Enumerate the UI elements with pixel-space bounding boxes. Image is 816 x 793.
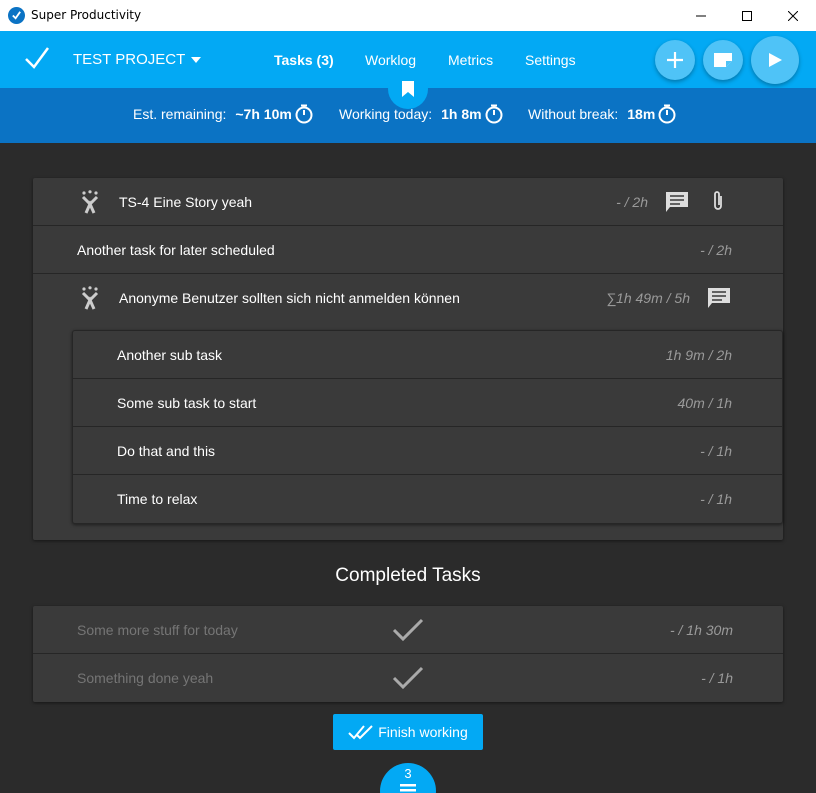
task-title: TS-4 Eine Story yeah	[119, 194, 253, 210]
completed-row[interactable]: Something done yeah - / 1h	[33, 654, 783, 702]
completed-time[interactable]: - / 1h 30m	[670, 622, 733, 638]
play-button[interactable]	[751, 36, 799, 84]
subtask-title: Do that and this	[117, 443, 216, 459]
working-today: Working today: 1h 8m	[339, 104, 504, 124]
subtask-time[interactable]: 40m / 1h	[678, 395, 732, 411]
jira-icon	[81, 286, 99, 310]
subtask-title: Another sub task	[117, 347, 223, 363]
app-check-logo-icon[interactable]	[24, 45, 50, 76]
backlog-count: 3	[404, 766, 412, 781]
bookmark-icon	[402, 81, 414, 97]
note-icon	[714, 53, 732, 67]
tab-settings[interactable]: Settings	[525, 52, 576, 68]
subtask-list: Another sub task 1h 9m / 2h Some sub tas…	[72, 330, 783, 524]
finish-working-button[interactable]: Finish working	[333, 714, 483, 750]
task-row[interactable]: Anonyme Benutzer sollten sich nicht anme…	[33, 274, 783, 322]
window-title: Super Productivity	[31, 8, 142, 22]
subtask-row[interactable]: Another sub task 1h 9m / 2h	[73, 331, 782, 379]
tab-tasks[interactable]: Tasks (3)	[274, 52, 334, 68]
est-remaining-value: ~7h 10m	[235, 106, 292, 122]
task-list: TS-4 Eine Story yeah - / 2h Another task…	[33, 178, 783, 540]
window-titlebar: Super Productivity	[0, 0, 816, 31]
check-icon[interactable]	[391, 664, 425, 692]
caret-down-icon	[191, 56, 202, 63]
backlog-counter-button[interactable]: 3	[380, 763, 436, 793]
finish-working-label: Finish working	[378, 724, 468, 740]
app-logo-icon	[8, 7, 25, 24]
task-time[interactable]: ∑1h 49m / 5h	[606, 290, 690, 306]
subtask-time[interactable]: 1h 9m / 2h	[666, 347, 732, 363]
tab-metrics[interactable]: Metrics	[448, 52, 493, 68]
stopwatch-icon	[658, 104, 676, 124]
tab-worklog[interactable]: Worklog	[365, 52, 416, 68]
subtask-title: Some sub task to start	[117, 395, 257, 411]
subtask-row[interactable]: Do that and this - / 1h	[73, 427, 782, 475]
notes-icon[interactable]	[708, 288, 730, 308]
attachment-icon[interactable]	[711, 190, 725, 212]
without-break-value: 18m	[627, 106, 656, 122]
subtask-time[interactable]: - / 1h	[700, 491, 732, 507]
completed-title: Something done yeah	[77, 670, 214, 686]
add-task-button[interactable]	[655, 40, 695, 80]
project-name: TEST PROJECT	[73, 51, 186, 68]
plus-icon	[667, 52, 683, 68]
notes-icon[interactable]	[666, 192, 688, 212]
close-button[interactable]	[770, 0, 816, 31]
task-row[interactable]: Another task for later scheduled - / 2h	[33, 226, 783, 274]
est-remaining: Est. remaining: ~7h 10m	[133, 104, 314, 124]
maximize-button[interactable]	[724, 0, 770, 31]
completed-time[interactable]: - / 1h	[701, 670, 733, 686]
subtask-title: Time to relax	[117, 491, 198, 507]
play-icon	[768, 53, 782, 67]
without-break: Without break: 18m	[528, 104, 677, 124]
task-time[interactable]: - / 2h	[700, 242, 732, 258]
completed-heading: Completed Tasks	[335, 565, 481, 586]
task-title: Anonyme Benutzer sollten sich nicht anme…	[119, 290, 460, 306]
completed-list: Some more stuff for today - / 1h 30m Som…	[33, 606, 783, 702]
subtask-row[interactable]: Some sub task to start 40m / 1h	[73, 379, 782, 427]
list-icon	[400, 784, 416, 792]
subtask-time[interactable]: - / 1h	[700, 443, 732, 459]
working-today-value: 1h 8m	[441, 106, 482, 122]
check-icon[interactable]	[391, 616, 425, 644]
subtask-row[interactable]: Time to relax - / 1h	[73, 475, 782, 523]
stopwatch-icon	[295, 104, 313, 124]
note-button[interactable]	[703, 40, 743, 80]
working-today-label: Working today:	[339, 106, 433, 122]
project-selector[interactable]: TEST PROJECT	[73, 51, 202, 68]
minimize-button[interactable]	[678, 0, 724, 31]
bookmark-toggle-button[interactable]	[388, 69, 428, 109]
without-break-label: Without break:	[528, 106, 619, 122]
task-row[interactable]: TS-4 Eine Story yeah - / 2h	[33, 178, 783, 226]
completed-row[interactable]: Some more stuff for today - / 1h 30m	[33, 606, 783, 654]
done-all-icon	[348, 725, 373, 740]
stopwatch-icon	[485, 104, 503, 124]
task-time[interactable]: - / 2h	[616, 194, 648, 210]
jira-icon	[81, 190, 99, 214]
completed-title: Some more stuff for today	[77, 622, 238, 638]
est-remaining-label: Est. remaining:	[133, 106, 227, 122]
task-title: Another task for later scheduled	[77, 242, 275, 258]
